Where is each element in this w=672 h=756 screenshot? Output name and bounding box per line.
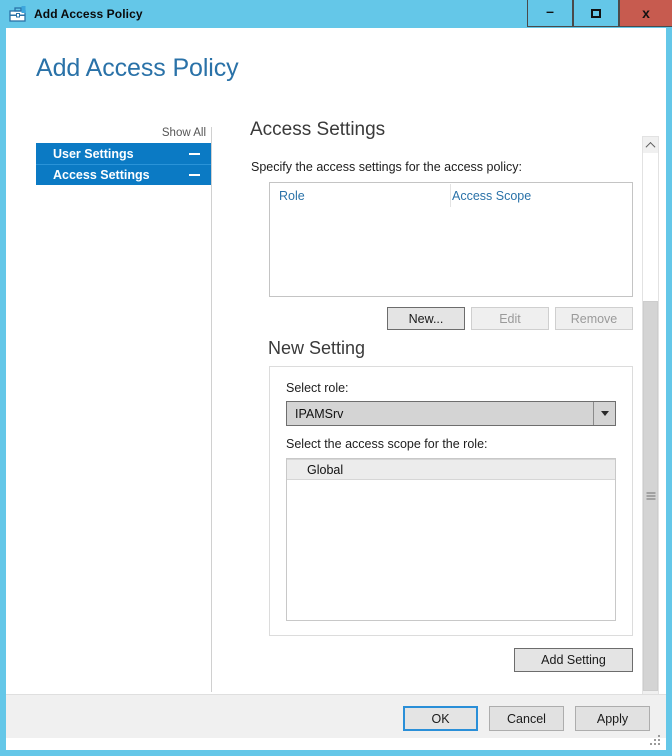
role-select[interactable]: IPAMSrv — [286, 401, 616, 426]
new-setting-group: Select role: IPAMSrv Select the access s… — [269, 366, 633, 636]
apply-button-label: Apply — [596, 711, 629, 726]
vertical-scrollbar[interactable] — [642, 136, 659, 708]
remove-button[interactable]: Remove — [555, 307, 633, 330]
window-title: Add Access Policy — [34, 7, 143, 21]
add-setting-button[interactable]: Add Setting — [514, 648, 633, 672]
title-bar: Add Access Policy – x — [0, 0, 672, 28]
dialog-client-area: Add Access Policy Show All User Settings… — [6, 28, 666, 750]
access-scope-list[interactable]: Global — [286, 458, 616, 621]
edit-button-label: Edit — [499, 311, 521, 326]
resize-grip[interactable] — [650, 735, 662, 747]
scrollbar-thumb[interactable] — [643, 301, 658, 691]
list-item-label: Global — [307, 462, 344, 477]
maximize-icon — [591, 8, 601, 18]
add-setting-label: Add Setting — [541, 653, 606, 667]
ok-button[interactable]: OK — [403, 706, 478, 731]
new-setting-title: New Setting — [268, 338, 366, 358]
ipam-toolbox-icon — [9, 5, 27, 23]
edit-button[interactable]: Edit — [471, 307, 549, 330]
chevron-up-icon[interactable] — [643, 137, 658, 153]
column-header-role[interactable]: Role — [279, 189, 305, 203]
access-settings-pane: Access Settings Specify the access setti… — [6, 28, 666, 688]
new-button[interactable]: New... — [387, 307, 465, 330]
scrollbar-track[interactable] — [643, 153, 658, 301]
section-title: Access Settings — [250, 119, 386, 140]
maximize-button[interactable] — [573, 0, 619, 27]
new-button-label: New... — [408, 311, 444, 326]
apply-button[interactable]: Apply — [575, 706, 650, 731]
role-select-value: IPAMSrv — [295, 406, 344, 421]
ok-button-label: OK — [431, 711, 450, 726]
remove-button-label: Remove — [570, 311, 618, 326]
close-button[interactable]: x — [619, 0, 672, 27]
scrollbar-grip — [646, 491, 655, 502]
column-header-access-scope[interactable]: Access Scope — [452, 189, 531, 203]
access-policy-table[interactable]: Role Access Scope — [269, 182, 633, 297]
list-item[interactable]: Global — [287, 459, 615, 480]
instruction-text: Specify the access settings for the acce… — [251, 160, 522, 174]
cancel-button-label: Cancel — [507, 711, 546, 726]
add-access-policy-window: Add Access Policy – x Add Access Policy … — [0, 0, 672, 756]
dialog-footer: OK Cancel Apply — [6, 694, 666, 738]
close-icon: x — [642, 5, 650, 21]
table-header-row: Role Access Scope — [270, 183, 632, 209]
minimize-button[interactable]: – — [527, 0, 573, 27]
column-divider — [450, 184, 451, 207]
select-scope-label: Select the access scope for the role: — [286, 437, 488, 451]
chevron-down-icon[interactable] — [593, 402, 615, 425]
select-role-label: Select role: — [286, 381, 349, 395]
table-body — [270, 209, 632, 297]
cancel-button[interactable]: Cancel — [489, 706, 564, 731]
minimize-icon: – — [546, 2, 554, 19]
